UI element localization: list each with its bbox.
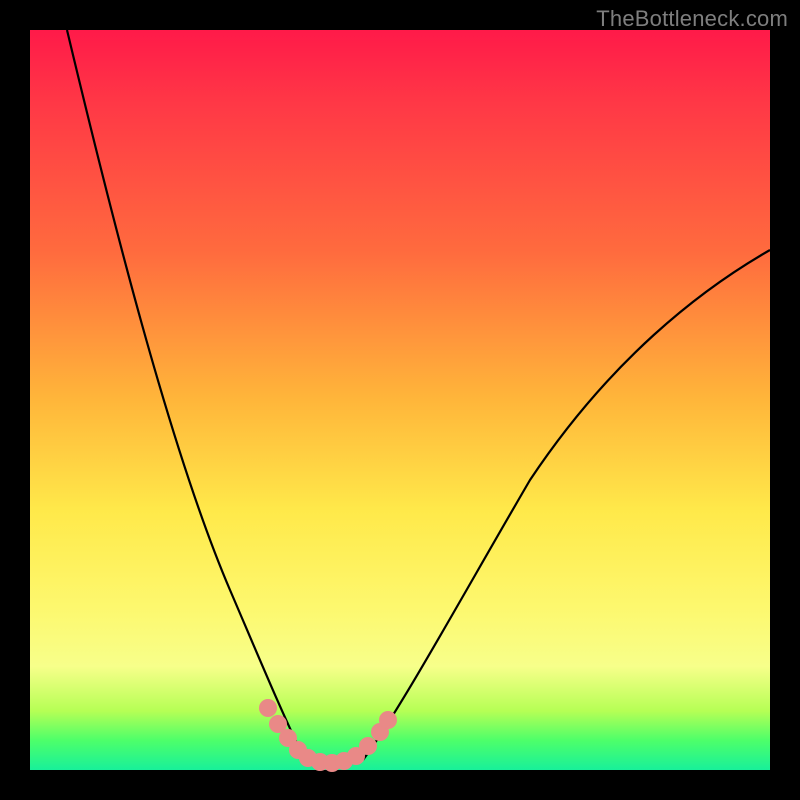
valley-marker (359, 737, 377, 755)
valley-marker (379, 711, 397, 729)
watermark-text: TheBottleneck.com (596, 6, 788, 32)
valley-marker (259, 699, 277, 717)
right-curve (363, 250, 770, 760)
valley-marker-group (259, 699, 397, 772)
chart-svg (30, 30, 770, 770)
left-curve (67, 30, 305, 760)
chart-frame: TheBottleneck.com (0, 0, 800, 800)
